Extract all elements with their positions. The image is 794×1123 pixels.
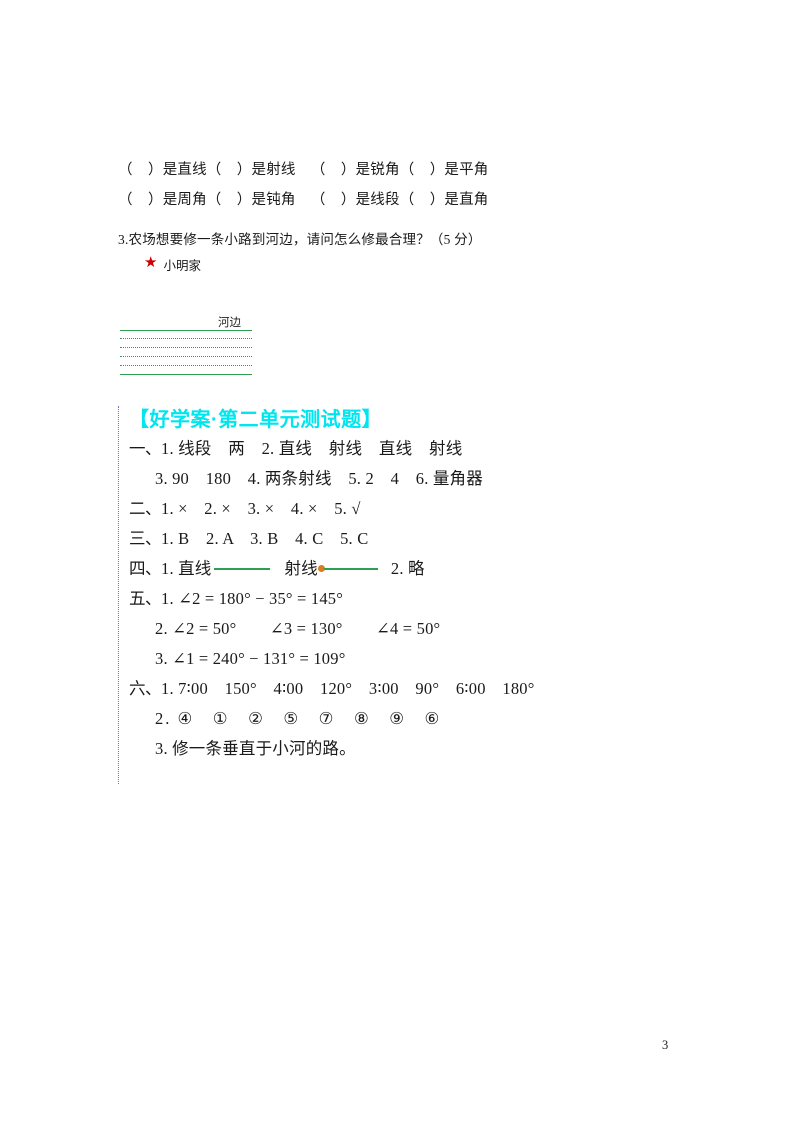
page-number: 3 — [662, 1038, 669, 1052]
river-flow-line-2 — [120, 347, 252, 348]
river-label: 河边 — [218, 317, 241, 329]
worksheet-page: （ ）是直线（ ）是射线 （ ）是锐角（ ）是平角 （ ）是周角（ ）是钝角 （… — [0, 0, 794, 1123]
ray-line-drawing — [323, 568, 378, 570]
answer-key-section: 【好学案·第二单元测试题】 一、1. 线段 两 2. 直线 射线 直线 射线 3… — [118, 406, 718, 784]
straight-line-answer-label: 1. 直线 — [161, 559, 212, 578]
fill-row-1: （ ）是直线（ ）是射线 （ ）是锐角（ ）是平角 — [118, 162, 489, 178]
answer-key-title: 【好学案·第二单元测试题】 — [129, 409, 383, 431]
fill-row-2: （ ）是周角（ ）是钝角 （ ）是线段（ ）是直角 — [118, 192, 489, 208]
answer-text: 1. × 2. × 3. × 4. × 5. √ — [161, 499, 361, 518]
answer-text: 1. 线段 两 2. 直线 射线 直线 射线 — [161, 439, 463, 458]
river-flow-line-3 — [120, 356, 252, 357]
river-flow-line-1 — [120, 338, 252, 339]
fill-in-blank-block: （ ）是直线（ ）是射线 （ ）是锐角（ ）是平角 （ ）是周角（ ）是钝角 （… — [118, 155, 678, 215]
house-label-text: 小明家 — [163, 259, 201, 273]
answer-section-1-line-2: 3. 90 180 4. 两条射线 5. 2 4 6. 量角器 — [155, 469, 483, 488]
answer-section-2-line-1: 二、1. × 2. × 3. × 4. × 5. √ — [129, 494, 718, 524]
answer-section-6-line-2: 2. ④ ① ② ⑤ ⑦ ⑧ ⑨ ⑥ — [155, 709, 442, 728]
answer-text: 1. ∠2 = 180° − 35° = 145° — [161, 589, 344, 608]
section-label-4: 四、 — [129, 559, 162, 578]
section-label-3: 三、 — [129, 529, 162, 548]
river-flow-line-4 — [120, 365, 252, 366]
house-marker: ★ 小明家 — [144, 255, 201, 274]
answer-section-6-line-1: 六、1. 7∶00 150° 4∶00 120° 3∶00 90° 6∶00 1… — [129, 674, 718, 704]
answer-section-3-line-1: 三、1. B 2. A 3. B 4. C 5. C — [129, 524, 718, 554]
answer-text: 1. 7∶00 150° 4∶00 120° 3∶00 90° 6∶00 180… — [161, 679, 535, 698]
ray-answer-label: 射线 — [284, 559, 318, 578]
question-3-text: 3.农场想要修一条小路到河边，请问怎么修最合理？（5 分） — [118, 232, 482, 247]
answer-section-5-line-2: 2. ∠2 = 50° ∠3 = 130° ∠4 = 50° — [155, 619, 441, 638]
straight-line-drawing — [213, 568, 270, 570]
star-icon: ★ — [144, 255, 158, 271]
section-label-5: 五、 — [129, 589, 162, 608]
section-label-2: 二、 — [129, 499, 162, 518]
river-bank-top — [120, 330, 252, 331]
answer-section-5-line-3: 3. ∠1 = 240° − 131° = 109° — [155, 649, 346, 668]
answer-section-5-line-1: 五、1. ∠2 = 180° − 35° = 145° — [129, 584, 718, 614]
section-label-6: 六、 — [129, 679, 162, 698]
answer-section-4-line-1: 四、1. 直线 射线 2. 略 — [129, 554, 718, 584]
river-bank-bottom — [120, 374, 252, 375]
answer-text: 1. B 2. A 3. B 4. C 5. C — [161, 529, 369, 548]
section-label-1: 一、 — [129, 439, 162, 458]
river-diagram — [120, 330, 252, 375]
answer-section-1-line-1: 一、1. 线段 两 2. 直线 射线 直线 射线 — [129, 434, 718, 464]
answer-section-6-line-3: 3. 修一条垂直于小河的路。 — [155, 739, 356, 758]
answer-4-2: 2. 略 — [390, 559, 425, 578]
